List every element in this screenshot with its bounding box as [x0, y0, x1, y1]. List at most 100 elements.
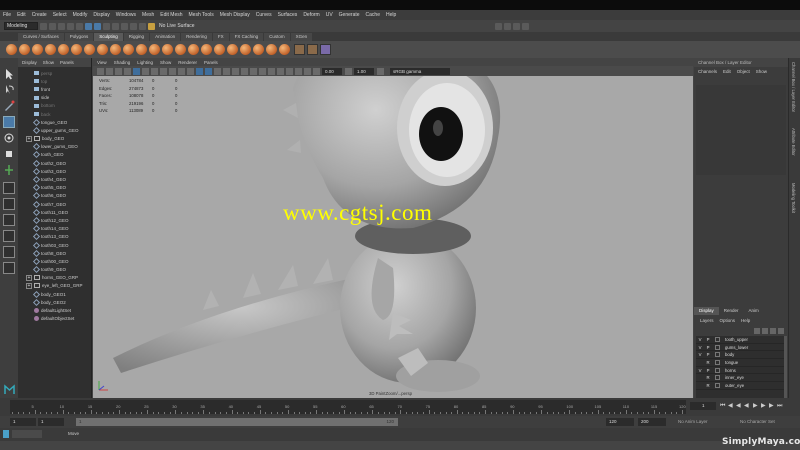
antialiasing-icon[interactable]	[259, 67, 266, 75]
expand-icon[interactable]: +	[26, 282, 32, 289]
live-surface-label[interactable]: No Live Surface	[159, 23, 195, 29]
outliner-layout-icon[interactable]	[3, 230, 15, 242]
shelf-tab-rigging[interactable]: Rigging	[123, 33, 150, 41]
step-back-frame-icon[interactable]: ◀	[736, 403, 742, 409]
shelf-tab-sculpting[interactable]: Sculpting	[94, 33, 123, 41]
outliner-item[interactable]: lower_gums_GEO	[18, 143, 91, 151]
viewport-menu-lighting[interactable]: Lighting	[137, 60, 153, 65]
hypershade-layout-icon[interactable]	[3, 262, 15, 274]
layer-color-swatch[interactable]	[715, 344, 720, 350]
outliner-item[interactable]: tooth00_GEO	[18, 257, 91, 265]
outliner-item[interactable]: tooth5_GEO	[18, 184, 91, 192]
layer-display-type-toggle[interactable]: P	[704, 368, 712, 373]
channel-menu-edit[interactable]: Edit	[723, 69, 731, 74]
shelf-tab-rendering[interactable]: Rendering	[181, 33, 212, 41]
play-backwards-icon[interactable]: ◀	[744, 403, 750, 409]
select-object-icon[interactable]	[94, 22, 101, 30]
channel-menu-channels[interactable]: Channels	[698, 69, 717, 74]
color-space-dropdown[interactable]: sRGB gamma	[390, 67, 450, 75]
ambient-occlusion-icon[interactable]	[250, 67, 257, 75]
outliner-item[interactable]: tooth3_GEO	[18, 167, 91, 175]
xray-icon[interactable]	[286, 67, 293, 75]
mask-tool-icon[interactable]	[253, 44, 264, 55]
mel-toggle-button[interactable]	[3, 430, 9, 438]
outliner-item[interactable]: body_GEO2	[18, 298, 91, 306]
render-settings-icon[interactable]	[512, 22, 520, 30]
layer-scrollbar[interactable]	[784, 336, 787, 398]
smooth-shade-icon[interactable]	[205, 67, 212, 75]
layer-display-type-toggle[interactable]: R	[704, 360, 712, 365]
menu-edit[interactable]: Edit	[17, 12, 26, 18]
menu-windows[interactable]: Windows	[116, 12, 136, 18]
magnet-icon[interactable]	[148, 22, 155, 30]
new-empty-layer-icon[interactable]	[770, 327, 776, 334]
layer-color-swatch[interactable]	[715, 336, 720, 342]
scrape-tool-icon[interactable]	[149, 44, 160, 55]
menu-file[interactable]: File	[3, 12, 11, 18]
range-slider[interactable]: 1 120	[76, 418, 398, 426]
textured-icon[interactable]	[223, 67, 230, 75]
exposure-icon[interactable]	[313, 67, 320, 75]
snap-grid-icon[interactable]	[112, 22, 119, 30]
layer-row[interactable]: V Ptooth_upper	[696, 336, 784, 344]
menu-edit-mesh[interactable]: Edit Mesh	[160, 12, 182, 18]
knife-tool-icon[interactable]	[175, 44, 186, 55]
two-pane-icon[interactable]	[3, 214, 15, 226]
layer-row[interactable]: V Pgums_lower	[696, 344, 784, 352]
outliner-item[interactable]: front	[18, 85, 91, 93]
xray-components-icon[interactable]	[304, 67, 311, 75]
exposure-field[interactable]: 0.00	[322, 67, 342, 75]
playback-start-field[interactable]: 1	[38, 418, 64, 426]
select-component-icon[interactable]	[103, 22, 110, 30]
animation-end-field[interactable]: 200	[638, 418, 666, 426]
lasso-tool-icon[interactable]	[3, 84, 15, 96]
undo-icon[interactable]	[67, 22, 74, 30]
texture-deformer-icon[interactable]	[320, 44, 331, 55]
bookmark-icon[interactable]	[115, 67, 122, 75]
depth-of-field-icon[interactable]	[268, 67, 275, 75]
side-tab-channel-box-layer-editor[interactable]: Channel Box / Layer Editor	[791, 62, 796, 112]
go-to-start-icon[interactable]: ⏮	[720, 403, 726, 409]
step-back-key-icon[interactable]: ◀	[728, 403, 734, 409]
menu-mesh[interactable]: Mesh	[142, 12, 154, 18]
graph-layout-icon[interactable]	[3, 246, 15, 258]
grid-toggle-icon[interactable]	[133, 67, 140, 75]
layer-row[interactable]: V Phorns	[696, 367, 784, 375]
outliner-item[interactable]: + horns_GEO_GRP	[18, 274, 91, 282]
layer-row[interactable]: Rinner_eye	[696, 374, 784, 383]
time-slider-track[interactable]: 5 10 15 20 25 30 35 40 45 50 55 60 65 70 75 80 85 90 95 100…	[10, 400, 686, 414]
shelf-tab-fx[interactable]: FX	[212, 33, 229, 41]
wax-tool-icon[interactable]	[136, 44, 147, 55]
amplify-tool-icon[interactable]	[214, 44, 225, 55]
sculpt-tool-icon[interactable]	[6, 44, 17, 55]
layer-display-type-toggle[interactable]: P	[704, 337, 712, 342]
layer-row[interactable]: Router_eye	[696, 382, 784, 390]
outliner-item[interactable]: tooth12_GEO	[18, 216, 91, 225]
menu-cache[interactable]: Cache	[366, 12, 380, 18]
fill-tool-icon[interactable]	[162, 44, 173, 55]
layer-color-swatch[interactable]	[715, 359, 720, 365]
imprint-tool-icon[interactable]	[123, 44, 134, 55]
outliner-item[interactable]: tooth6_GEO	[18, 192, 91, 200]
menu-surfaces[interactable]: Surfaces	[278, 12, 298, 18]
paint-select-icon[interactable]	[3, 100, 15, 112]
go-to-end-icon[interactable]: ⏭	[777, 403, 783, 409]
new-layer-selected-icon[interactable]	[778, 327, 784, 334]
new-scene-icon[interactable]	[40, 22, 47, 30]
move-tool-icon[interactable]	[3, 116, 15, 128]
gamma-field[interactable]: 1.00	[354, 67, 374, 75]
shelf-tab-xgen[interactable]: XGen	[290, 33, 313, 41]
outliner-item[interactable]: persp	[18, 69, 91, 77]
outliner-item[interactable]: top	[18, 77, 91, 85]
layer-color-swatch[interactable]	[715, 375, 720, 381]
outliner-item[interactable]: tooth7_GEO	[18, 200, 91, 208]
convert-freeze-icon[interactable]	[240, 44, 251, 55]
menu-set-dropdown[interactable]: Modeling	[4, 22, 38, 30]
snap-surface-icon[interactable]	[139, 22, 146, 30]
film-gate-icon[interactable]	[142, 67, 149, 75]
menu-display[interactable]: Display	[93, 12, 109, 18]
shelf-tab-fx-caching[interactable]: FX Caching	[229, 33, 264, 41]
image-plane-icon[interactable]	[124, 67, 131, 75]
anim-layer-dropdown[interactable]: No Anim Layer	[678, 418, 708, 426]
menu-create[interactable]: Create	[32, 12, 47, 18]
